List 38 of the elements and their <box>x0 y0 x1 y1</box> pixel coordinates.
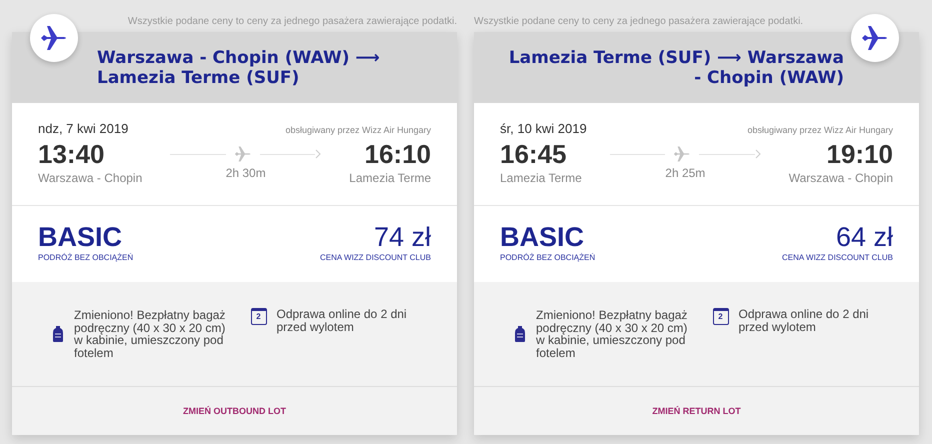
plane-badge-icon <box>30 14 78 62</box>
flight-date: ndz, 7 kwi 2019 <box>38 121 128 136</box>
chevron-icon <box>315 149 322 159</box>
fare-price: 74 zł <box>372 223 431 251</box>
operator-text: obsługiwany przez Wizz Air Hungary <box>747 125 893 135</box>
route-title: Warszawa - Chopin (WAW) ⟶ Lamezia Terme (SUF) <box>97 48 381 88</box>
arrival-airport: Lamezia Terme <box>349 171 431 185</box>
fare-name: BASIC <box>38 223 124 251</box>
operator-text: obsługiwany przez Wizz Air Hungary <box>285 125 431 135</box>
route-title: Lamezia Terme (SUF) ⟶ Warszawa - Chopin (WAW) <box>508 48 844 88</box>
flight-date: śr, 10 kwi 2019 <box>500 121 587 136</box>
fare-subtitle: PODRÓŻ BEZ OBCIĄŻEŃ <box>500 253 596 262</box>
flight-duration: 2h 30m <box>226 166 266 180</box>
change-flight-link[interactable]: ZMIEŃ RETURN LOT <box>652 406 741 416</box>
fare-name: BASIC <box>500 223 586 251</box>
arrival-airport: Warszawa - Chopin <box>788 171 893 185</box>
perk-text: Zmieniono! Bezpłatny bagaż podręczny (40 x 30 x 20 cm) w kabinie, umieszczony pod fotelem <box>536 309 688 359</box>
perk-text: Odprawa online do 2 dni przed wylotem <box>738 308 870 333</box>
arrival-time: 16:10 <box>364 140 431 168</box>
fare-subtitle: PODRÓŻ BEZ OBCIĄŻEŃ <box>38 253 134 262</box>
calendar-icon: 2 <box>250 308 266 325</box>
chevron-icon <box>754 149 761 159</box>
calendar-icon: 2 <box>712 308 728 325</box>
price-label: CENA WIZZ DISCOUNT CLUB <box>320 253 431 262</box>
price-label: CENA WIZZ DISCOUNT CLUB <box>782 253 893 262</box>
departure-time: 13:40 <box>38 140 106 168</box>
change-flight-link[interactable]: ZMIEŃ OUTBOUND LOT <box>183 406 286 416</box>
flight-duration: 2h 25m <box>665 166 706 180</box>
price-note: Wszystkie podane ceny to ceny za jednego pasażera zawierające podatki. <box>126 15 457 29</box>
fare-price: 64 zł <box>834 223 893 251</box>
arrival-time: 19:10 <box>826 140 893 168</box>
departure-time: 16:45 <box>500 140 568 168</box>
perk-text: Zmieniono! Bezpłatny bagaż podręczny (40 x 30 x 20 cm) w kabinie, umieszczony pod fotelem <box>74 309 226 359</box>
departure-airport: Lamezia Terme <box>500 171 582 185</box>
departure-airport: Warszawa - Chopin <box>38 171 142 185</box>
plane-badge-icon <box>851 14 899 62</box>
perk-text: Odprawa online do 2 dni przed wylotem <box>276 308 408 333</box>
price-note: Wszystkie podane ceny to ceny za jednego pasażera zawierające podatki. <box>474 15 804 29</box>
